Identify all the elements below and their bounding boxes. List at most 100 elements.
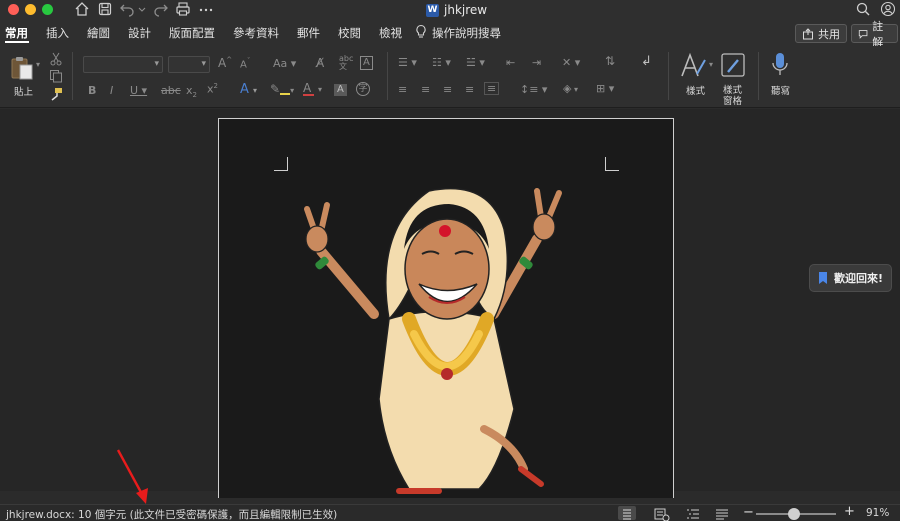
tab-references[interactable]: 參考資料 <box>233 25 279 41</box>
highlight-icon[interactable]: ✎ ▾ <box>270 83 294 95</box>
account-icon[interactable] <box>880 1 896 17</box>
paste-icon[interactable] <box>8 54 36 82</box>
undo-icon[interactable] <box>119 1 135 17</box>
paste-label: 貼上 <box>14 87 34 98</box>
comment-icon <box>858 29 868 39</box>
tab-insert[interactable]: 插入 <box>46 25 69 41</box>
phonetic-guide-icon[interactable]: abc 文 <box>339 55 353 71</box>
redo-icon[interactable] <box>153 1 169 17</box>
dictate-label: 聽寫 <box>771 86 791 97</box>
zoom-out-button[interactable]: − <box>743 505 754 520</box>
font-color-icon[interactable]: A <box>303 82 314 96</box>
document-title-text: jhkjrew <box>444 3 488 17</box>
tab-layout[interactable]: 版面配置 <box>169 25 215 41</box>
show-marks-icon[interactable]: ↲ <box>641 55 652 68</box>
red-arrow-annotation <box>116 449 148 504</box>
multilevel-list-icon[interactable]: ☱ ▾ <box>466 57 485 68</box>
zoom-window-button[interactable] <box>42 4 53 15</box>
shrink-font-icon[interactable]: Aˇ <box>240 58 250 70</box>
change-case-icon[interactable]: Aa ▾ <box>273 58 296 69</box>
shading-icon[interactable]: ◈ ▾ <box>563 83 578 94</box>
enclose-characters-icon[interactable]: 字 <box>356 82 370 96</box>
chevron-down-icon: ▾ <box>154 59 159 69</box>
format-painter-icon[interactable] <box>49 87 63 101</box>
web-layout-icon[interactable] <box>652 506 670 521</box>
styles-pane-icon[interactable] <box>720 52 746 78</box>
borders-icon[interactable]: ⊞ ▾ <box>596 83 614 94</box>
tab-mailings[interactable]: 郵件 <box>297 25 320 41</box>
increase-indent-icon[interactable]: ⇥ <box>532 57 541 68</box>
styles-label: 樣式 <box>686 86 706 97</box>
decrease-indent-icon[interactable]: ⇤ <box>506 57 515 68</box>
styles-gallery-icon[interactable] <box>678 52 708 78</box>
outline-icon[interactable] <box>684 506 702 520</box>
strikethrough-icon[interactable]: abc <box>161 85 181 96</box>
document-title: W jhkjrew <box>426 1 487 19</box>
zoom-in-button[interactable]: + <box>844 504 855 519</box>
italic-icon[interactable]: I <box>110 85 113 96</box>
welcome-label: 歡迎回來! <box>833 272 883 285</box>
comments-button[interactable]: 註解 <box>851 20 898 49</box>
styles-pane-label-2: 窗格 <box>723 96 743 107</box>
underline-icon[interactable]: U ▾ <box>130 85 147 96</box>
print-layout-icon[interactable] <box>618 506 636 520</box>
subscript-icon[interactable]: x2 <box>186 85 197 99</box>
clear-formatting-icon[interactable]: A̸ <box>316 57 324 69</box>
home-icon[interactable] <box>74 1 90 17</box>
caricature-illustration[interactable] <box>279 169 619 499</box>
character-border-icon[interactable]: A <box>360 56 373 70</box>
superscript-icon[interactable]: x2 <box>207 83 218 95</box>
grow-font-icon[interactable]: A^ <box>218 57 232 70</box>
document-canvas[interactable]: 歡迎回來! <box>0 109 900 498</box>
bookmark-icon <box>818 272 827 284</box>
share-button[interactable]: 共用 <box>795 24 847 43</box>
paste-menu-chevron-icon[interactable]: ▾ <box>36 61 40 69</box>
bold-icon[interactable]: B <box>88 85 96 96</box>
document-page[interactable] <box>218 118 674 498</box>
document-status-text: jhkjrew.docx: 10 個字元 (此文件已受密碼保護，而且編輯限制已生… <box>6 509 338 521</box>
zoom-slider-thumb[interactable] <box>787 508 800 520</box>
print-icon[interactable] <box>175 1 191 17</box>
tab-home[interactable]: 常用 <box>5 25 28 41</box>
font-size-combo[interactable]: ▾ <box>168 56 210 73</box>
home-ribbon: ▾ 貼上 ▾ ▾ A^ Aˇ Aa ▾ A̸ abc 文 A B I U ▾ ab… <box>0 46 900 108</box>
align-right-icon[interactable]: ≡ <box>443 84 452 95</box>
minimize-window-button[interactable] <box>25 4 36 15</box>
character-shading-icon[interactable]: A <box>334 84 347 96</box>
save-icon[interactable] <box>97 1 113 17</box>
justify-icon[interactable]: ≡ <box>465 84 474 95</box>
font-color-chevron-icon[interactable]: ▾ <box>318 86 322 94</box>
microphone-icon[interactable] <box>771 52 789 80</box>
tab-design[interactable]: 設計 <box>128 25 151 41</box>
tab-draw[interactable]: 繪圖 <box>87 25 110 41</box>
cut-icon[interactable] <box>49 52 63 66</box>
numbering-icon[interactable]: ☷ ▾ <box>432 57 451 68</box>
comments-label: 註解 <box>872 19 884 49</box>
line-spacing-icon[interactable]: ↕≡ ▾ <box>520 84 547 95</box>
align-center-icon[interactable]: ≡ <box>421 84 430 95</box>
copy-icon[interactable] <box>49 69 63 83</box>
close-window-button[interactable] <box>8 4 19 15</box>
tab-view[interactable]: 檢視 <box>379 25 402 41</box>
text-effects-icon[interactable]: A ▾ <box>240 83 257 96</box>
welcome-back-bubble[interactable]: 歡迎回來! <box>808 264 892 292</box>
tab-review[interactable]: 校閱 <box>338 25 361 41</box>
asian-layout-icon[interactable]: ✕ ▾ <box>562 57 580 68</box>
font-name-combo[interactable]: ▾ <box>83 56 163 73</box>
word-document-icon: W <box>426 3 439 17</box>
status-bar: jhkjrew.docx: 10 個字元 (此文件已受密碼保護，而且編輯限制已生… <box>0 504 900 521</box>
distributed-icon[interactable]: ≡ <box>484 82 500 95</box>
draft-icon[interactable] <box>713 506 731 520</box>
ribbon-separator <box>758 52 759 100</box>
more-icon[interactable] <box>198 1 214 17</box>
bullets-icon[interactable]: ☰ ▾ <box>398 57 417 68</box>
undo-menu-chevron-icon[interactable] <box>134 1 146 17</box>
tell-me-search[interactable]: 操作說明搜尋 <box>432 25 501 41</box>
search-icon[interactable] <box>855 1 871 17</box>
sort-icon[interactable]: ⇅ <box>605 55 615 67</box>
align-left-icon[interactable]: ≡ <box>398 84 407 95</box>
styles-chevron-icon[interactable]: ▾ <box>709 61 713 69</box>
lightbulb-icon <box>415 24 427 44</box>
title-bar: W jhkjrew <box>0 0 900 20</box>
zoom-percentage[interactable]: 91% <box>866 507 889 519</box>
